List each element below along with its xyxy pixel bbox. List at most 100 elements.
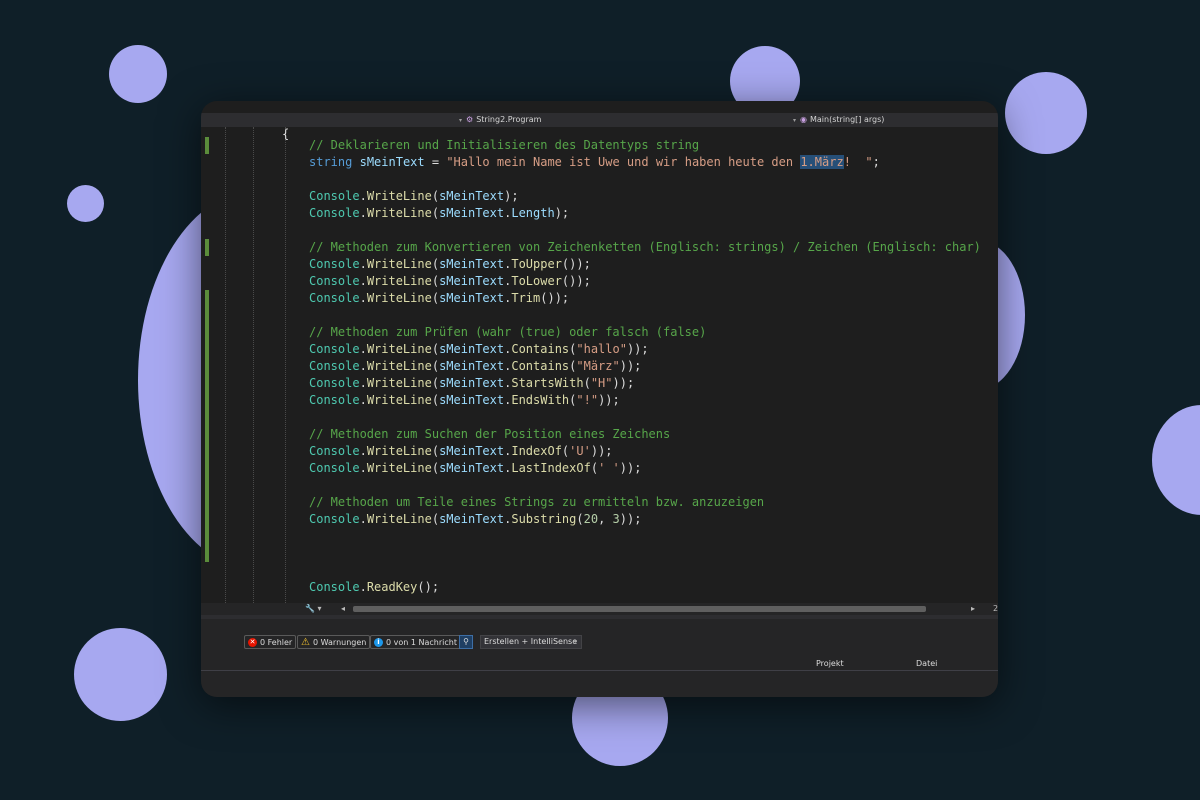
info-icon: i bbox=[374, 637, 383, 647]
code-line: // Methoden zum Prüfen (wahr (true) oder… bbox=[309, 324, 981, 341]
code-line: // Methoden zum Suchen der Position eine… bbox=[309, 426, 981, 443]
code-token: ( bbox=[431, 206, 440, 220]
chevron-down-icon: ▾ bbox=[459, 117, 463, 124]
code-token: sMeinText bbox=[439, 376, 505, 390]
class-navigation-dropdown[interactable]: ▾ ⚙ String2.Program bbox=[459, 115, 541, 124]
code-token: IndexOf bbox=[511, 444, 562, 458]
code-line: Console.WriteLine(sMeinText.LastIndexOf(… bbox=[309, 460, 981, 477]
warnings-filter-button[interactable]: ⚠ 0 Warnungen bbox=[297, 635, 371, 649]
code-token: "März" bbox=[576, 359, 620, 373]
code-token: (); bbox=[417, 580, 440, 594]
code-token: Trim bbox=[511, 291, 541, 305]
code-token: sMeinText bbox=[439, 444, 505, 458]
code-token: . bbox=[359, 376, 367, 390]
code-token: "!" bbox=[576, 393, 599, 407]
filter-icon[interactable]: ⚲ bbox=[459, 635, 473, 649]
code-token: ; bbox=[872, 155, 880, 169]
error-list-panel: ✕ 0 Fehler ⚠ 0 Warnungen i0 von 1 Nachrich… bbox=[201, 615, 998, 697]
quick-actions-icon[interactable]: 🔧 ▾ bbox=[305, 604, 322, 613]
change-indicator bbox=[205, 239, 209, 256]
code-token: )); bbox=[590, 444, 613, 458]
build-scope-dropdown[interactable]: Erstellen + IntelliSense ▾ bbox=[480, 635, 582, 649]
code-line: Console.ReadKey(); bbox=[309, 579, 981, 596]
code-token: . bbox=[359, 206, 367, 220]
code-token: WriteLine bbox=[366, 444, 432, 458]
code-token: 3 bbox=[612, 512, 620, 526]
scrollbar-thumb[interactable] bbox=[353, 606, 926, 612]
bg-bubble bbox=[67, 185, 104, 222]
code-line: Console.WriteLine(sMeinText.Contains("Mä… bbox=[309, 358, 981, 375]
code-token: WriteLine bbox=[366, 393, 432, 407]
class-icon: ⚙ bbox=[466, 115, 474, 124]
code-editor[interactable]: { // Deklarieren und Initialisieren des … bbox=[201, 127, 998, 636]
code-token: sMeinText bbox=[439, 359, 505, 373]
ide-window: ▾ ⚙ String2.Program ▾ ◉ Main(string[] args) … bbox=[201, 101, 998, 697]
code-token: sMeinText bbox=[439, 206, 505, 220]
code-token: // Methoden zum Prüfen (wahr (true) oder… bbox=[309, 325, 707, 339]
code-token: // Methoden um Teile eines Strings zu er… bbox=[309, 495, 765, 509]
code-token: )); bbox=[598, 393, 620, 407]
code-line: // Deklarieren und Initialisieren des Da… bbox=[309, 137, 981, 154]
code-token: Console bbox=[309, 257, 360, 271]
code-token: . bbox=[359, 189, 367, 203]
code-token: 20 bbox=[583, 512, 599, 526]
code-token: 'U' bbox=[569, 444, 591, 458]
indent-guide bbox=[253, 127, 254, 603]
code-token: // Methoden zum Konvertieren von Zeichen… bbox=[309, 240, 981, 254]
code-token: sMeinText bbox=[439, 291, 505, 305]
code-token: ( bbox=[431, 444, 440, 458]
header-divider bbox=[201, 670, 998, 671]
scroll-left-icon[interactable]: ◂ bbox=[341, 604, 345, 613]
horizontal-scrollbar[interactable]: 🔧 ▾ ◂ ▸ 2 bbox=[201, 603, 998, 615]
code-token: // Deklarieren und Initialisieren des Da… bbox=[309, 138, 700, 152]
code-token: ( bbox=[583, 376, 591, 390]
code-token: ()); bbox=[561, 257, 591, 271]
build-scope-value: Erstellen + IntelliSense bbox=[484, 637, 578, 646]
code-token: Console bbox=[309, 342, 360, 356]
chevron-down-icon: ▾ bbox=[793, 117, 797, 124]
code-token: sMeinText bbox=[439, 512, 505, 526]
code-lines: // Deklarieren und Initialisieren des Da… bbox=[309, 137, 981, 596]
code-token: . bbox=[359, 580, 367, 594]
code-token: . bbox=[359, 342, 367, 356]
errors-label: 0 Fehler bbox=[260, 637, 293, 647]
code-token: . bbox=[359, 291, 367, 305]
method-navigation-dropdown[interactable]: ▾ ◉ Main(string[] args) bbox=[793, 115, 884, 124]
scroll-right-icon[interactable]: ▸ bbox=[971, 604, 975, 613]
code-token: )); bbox=[619, 512, 642, 526]
code-token: sMeinText bbox=[439, 461, 505, 475]
indent-guide bbox=[225, 127, 226, 603]
code-token: WriteLine bbox=[366, 274, 432, 288]
messages-filter-button[interactable]: i0 von 1 Nachricht bbox=[370, 635, 461, 649]
code-token: ( bbox=[431, 461, 440, 475]
code-token: Console bbox=[309, 206, 360, 220]
code-token: ( bbox=[431, 257, 440, 271]
code-token: )); bbox=[619, 359, 642, 373]
code-token: WriteLine bbox=[366, 257, 432, 271]
column-header-project[interactable]: Projekt bbox=[816, 659, 844, 668]
code-line: Console.WriteLine(sMeinText.Trim()); bbox=[309, 290, 981, 307]
code-token: Console bbox=[309, 274, 360, 288]
code-token: ( bbox=[431, 359, 440, 373]
code-line: Console.WriteLine(sMeinText.Contains("ha… bbox=[309, 341, 981, 358]
navigation-bar: ▾ ⚙ String2.Program ▾ ◉ Main(string[] args) bbox=[201, 113, 998, 127]
code-token: Console bbox=[309, 461, 360, 475]
code-token: sMeinText bbox=[439, 189, 505, 203]
errors-filter-button[interactable]: ✕ 0 Fehler bbox=[244, 635, 297, 649]
code-line: Console.WriteLine(sMeinText.ToUpper()); bbox=[309, 256, 981, 273]
code-token: Contains bbox=[511, 359, 570, 373]
code-token: WriteLine bbox=[366, 291, 432, 305]
indent-guide bbox=[285, 127, 286, 603]
column-header-file[interactable]: Datei bbox=[916, 659, 937, 668]
code-token: )); bbox=[626, 342, 649, 356]
code-token: ( bbox=[431, 376, 440, 390]
code-token: ReadKey bbox=[366, 580, 418, 594]
code-token: LastIndexOf bbox=[511, 461, 591, 475]
code-line: Console.WriteLine(sMeinText.IndexOf('U')… bbox=[309, 443, 981, 460]
code-token: "Hallo mein Name ist Uwe und wir haben h… bbox=[446, 155, 801, 169]
code-token: . bbox=[359, 359, 367, 373]
